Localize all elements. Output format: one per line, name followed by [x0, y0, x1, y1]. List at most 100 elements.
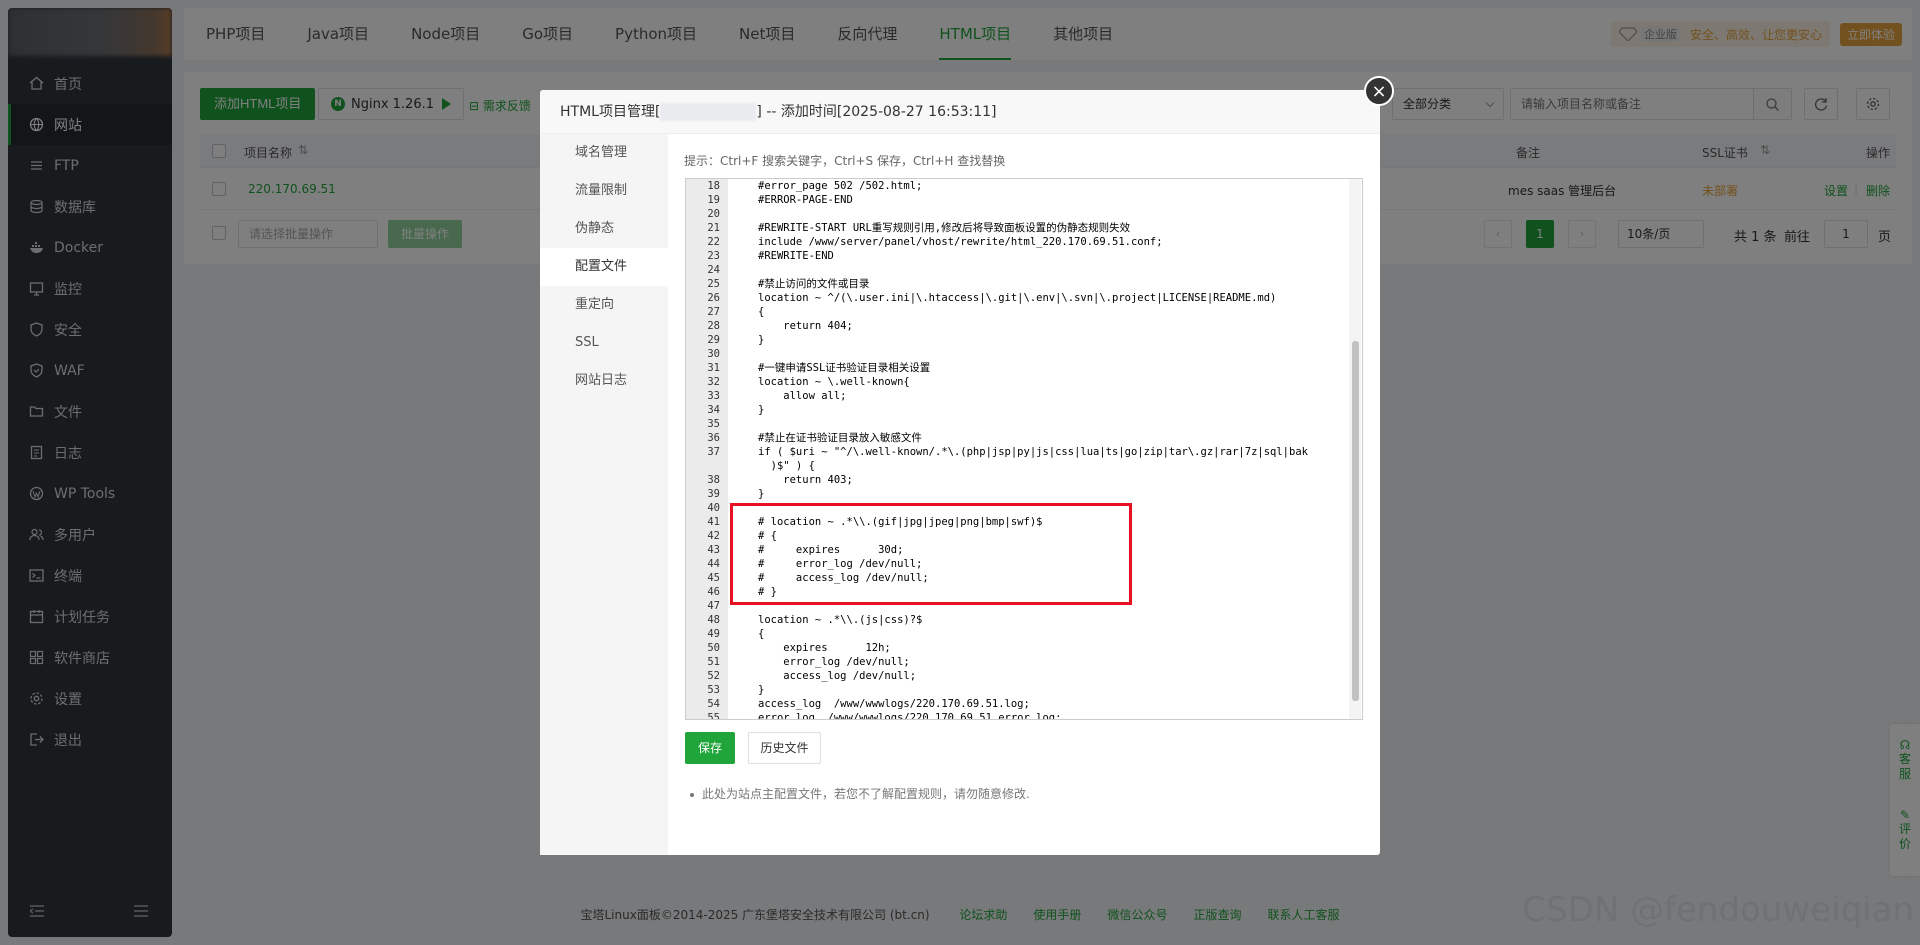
code-line[interactable]: 23 #REWRITE-END — [686, 249, 1350, 263]
code-line[interactable]: 49 { — [686, 627, 1350, 641]
line-number: 28 — [707, 320, 720, 332]
line-number: 36 — [707, 432, 720, 444]
line-number: 35 — [707, 418, 720, 430]
code-line[interactable]: 54 access_log /www/wwwlogs/220.170.69.51.… — [686, 697, 1350, 711]
code-text[interactable]: include /www/server/panel/vhost/rewrite/… — [758, 235, 1163, 249]
code-content[interactable]: 18 #error_page 502 /502.html; 19 #ERROR-PAG… — [686, 179, 1350, 720]
code-text[interactable]: return 403; — [758, 473, 853, 487]
code-text[interactable]: return 404; — [758, 319, 853, 333]
line-number: 51 — [707, 656, 720, 668]
code-line[interactable]: 18 #error_page 502 /502.html; — [686, 179, 1350, 193]
code-line[interactable]: 19 #ERROR-PAGE-END — [686, 193, 1350, 207]
code-line[interactable]: 30 — [686, 347, 1350, 361]
line-number: 46 — [707, 586, 720, 598]
config-note: 此处为站点主配置文件，若您不了解配置规则，请勿随意修改. — [690, 785, 1030, 802]
code-line[interactable]: 39} — [686, 487, 1350, 501]
code-text[interactable]: expires 12h; — [758, 641, 890, 655]
scrollbar-thumb[interactable] — [1352, 341, 1359, 701]
code-line[interactable]: )$" ) { — [686, 459, 1350, 473]
code-text[interactable]: access_log /dev/null; — [758, 669, 916, 683]
code-line[interactable]: 28 return 404; — [686, 319, 1350, 333]
code-text[interactable]: { — [758, 305, 764, 319]
code-text[interactable]: #ERROR-PAGE-END — [758, 193, 853, 207]
code-line[interactable]: 34} — [686, 403, 1350, 417]
code-line[interactable]: 36 #禁止在证书验证目录放入敏感文件 — [686, 431, 1350, 445]
code-text[interactable]: #禁止访问的文件或目录 — [758, 277, 869, 291]
code-line[interactable]: 27 { — [686, 305, 1350, 319]
code-line[interactable]: 38 return 403; — [686, 473, 1350, 487]
code-text[interactable]: } — [758, 403, 764, 417]
code-text[interactable]: error_log /dev/null; — [758, 655, 909, 669]
line-number: 26 — [707, 292, 720, 304]
code-line[interactable]: 35 — [686, 417, 1350, 431]
dialog-nav-item-3[interactable]: 配置文件 — [540, 248, 668, 286]
dialog-nav-item-4[interactable]: 重定向 — [540, 286, 668, 324]
code-text[interactable]: #REWRITE-START URL重写规则引用,修改后将导致面板设置的伪静态规… — [758, 221, 1130, 235]
code-line[interactable]: 37 if ( $uri ~ "^/\.well-known/.*\.(php|j… — [686, 445, 1350, 459]
code-line[interactable]: 50 expires 12h; — [686, 641, 1350, 655]
code-text[interactable]: #禁止在证书验证目录放入敏感文件 — [758, 431, 922, 445]
dialog-nav-item-6[interactable]: 网站日志 — [540, 362, 668, 400]
code-line[interactable]: 21 #REWRITE-START URL重写规则引用,修改后将导致面板设置的伪静… — [686, 221, 1350, 235]
line-number: 54 — [707, 698, 720, 710]
close-icon[interactable]: × — [1364, 76, 1394, 106]
code-line[interactable]: 33 allow all; — [686, 389, 1350, 403]
dialog-nav: 域名管理 流量限制 伪静态 配置文件 重定向 SSL 网站日志 — [540, 134, 668, 855]
code-line[interactable]: 25 #禁止访问的文件或目录 — [686, 277, 1350, 291]
code-text[interactable]: location ~ \.well-known{ — [758, 375, 910, 389]
code-line[interactable]: 32 location ~ \.well-known{ — [686, 375, 1350, 389]
code-line[interactable]: 22 include /www/server/panel/vhost/rewrit… — [686, 235, 1350, 249]
code-text[interactable]: )$" ) { — [758, 459, 815, 473]
code-line[interactable]: 26 location ~ ^/(\.user.ini|\.htaccess|\.… — [686, 291, 1350, 305]
line-number: 31 — [707, 362, 720, 374]
code-line[interactable]: 52 access_log /dev/null; — [686, 669, 1350, 683]
dialog-nav-item-2[interactable]: 伪静态 — [540, 210, 668, 248]
line-number: 22 — [707, 236, 720, 248]
code-text[interactable]: #REWRITE-END — [758, 249, 834, 263]
code-text[interactable]: #error_page 502 /502.html; — [758, 179, 922, 193]
dialog-nav-item-5[interactable]: SSL — [540, 324, 668, 362]
code-text[interactable]: } — [758, 487, 764, 501]
code-line[interactable]: 53} — [686, 683, 1350, 697]
dialog-nav-item-1[interactable]: 流量限制 — [540, 172, 668, 210]
code-line[interactable]: 51 error_log /dev/null; — [686, 655, 1350, 669]
code-text[interactable]: if ( $uri ~ "^/\.well-known/.*\.(php|jsp… — [758, 445, 1308, 459]
config-dialog: HTML项目管理[] -- 添加时间[2025-08-27 16:53:11] … — [540, 90, 1380, 855]
line-number: 20 — [707, 208, 720, 220]
code-line[interactable]: 55 error_log /www/wwwlogs/220.170.69.51.e… — [686, 711, 1350, 720]
code-line[interactable]: 24 — [686, 263, 1350, 277]
line-number: 27 — [707, 306, 720, 318]
code-line[interactable]: 20 — [686, 207, 1350, 221]
line-number: 49 — [707, 628, 720, 640]
code-text[interactable]: location ~ .*\\.(js|css)?$ — [758, 613, 922, 627]
code-text[interactable]: access_log /www/wwwlogs/220.170.69.51.lo… — [758, 697, 1030, 711]
line-number: 50 — [707, 642, 720, 654]
line-number: 53 — [707, 684, 720, 696]
save-button[interactable]: 保存 — [685, 732, 735, 764]
code-text[interactable]: error_log /www/wwwlogs/220.170.69.51.err… — [758, 711, 1061, 719]
highlight-annotation-box — [730, 503, 1132, 605]
line-number: 37 — [707, 446, 720, 458]
line-number: 19 — [707, 194, 720, 206]
line-number: 55 — [707, 712, 720, 720]
dialog-nav-item-0[interactable]: 域名管理 — [540, 134, 668, 172]
code-text[interactable]: } — [758, 683, 764, 697]
code-editor[interactable]: 18 #error_page 502 /502.html; 19 #ERROR-PAG… — [685, 178, 1363, 720]
code-text[interactable]: allow all; — [758, 389, 846, 403]
line-number: 33 — [707, 390, 720, 402]
code-line[interactable]: 48 location ~ .*\\.(js|css)?$ — [686, 613, 1350, 627]
code-line[interactable]: 29} — [686, 333, 1350, 347]
line-number: 29 — [707, 334, 720, 346]
code-text[interactable]: location ~ ^/(\.user.ini|\.htaccess|\.gi… — [758, 291, 1276, 305]
line-number: 24 — [707, 264, 720, 276]
history-file-button[interactable]: 历史文件 — [748, 732, 821, 764]
line-number: 43 — [707, 544, 720, 556]
line-number: 23 — [707, 250, 720, 262]
line-number: 25 — [707, 278, 720, 290]
dialog-title: HTML项目管理[] -- 添加时间[2025-08-27 16:53:11] — [540, 90, 1380, 134]
code-text[interactable]: } — [758, 333, 764, 347]
code-line[interactable]: 31 #一键申请SSL证书验证目录相关设置 — [686, 361, 1350, 375]
code-text[interactable]: #一键申请SSL证书验证目录相关设置 — [758, 361, 930, 375]
code-text[interactable]: { — [758, 627, 764, 641]
editor-scrollbar[interactable] — [1349, 179, 1361, 719]
